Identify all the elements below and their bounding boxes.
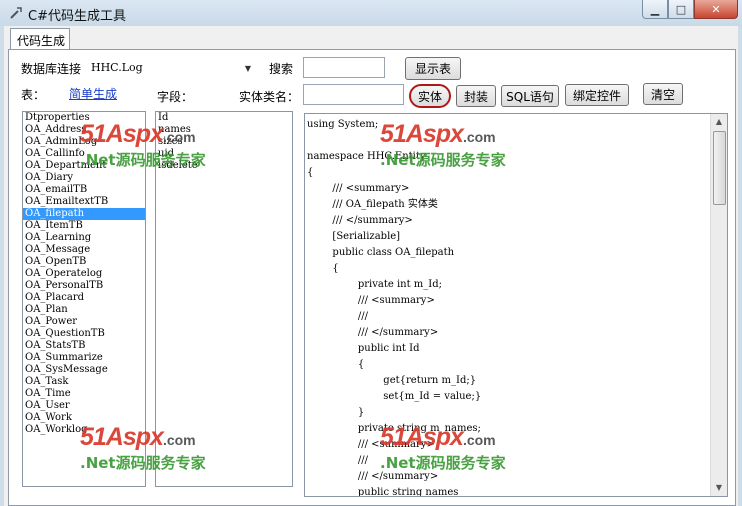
close-button[interactable]: ✕ <box>694 0 738 19</box>
table-list-item[interactable]: OA_Department <box>23 160 145 172</box>
code-line: /// <box>307 311 368 322</box>
code-scrollbar[interactable]: ▲ ▼ <box>710 114 727 496</box>
bind-controls-button[interactable]: 绑定控件 <box>565 84 629 106</box>
entity-class-input[interactable] <box>303 84 404 105</box>
sql-button[interactable]: SQL语句 <box>501 85 559 107</box>
show-tables-button[interactable]: 显示表 <box>405 57 461 80</box>
fields-label: 字段： <box>157 90 194 104</box>
table-list-item[interactable]: OA_filepath <box>23 208 145 220</box>
table-list-item[interactable]: OA_Task <box>23 376 145 388</box>
client-area: 代码生成 数据库连接 HHC.Log ▼ 搜索 显示表 表： 简单生成 字段： … <box>4 26 738 506</box>
search-input[interactable] <box>303 57 385 78</box>
code-line: private string m_names; <box>307 423 481 434</box>
code-line: /// </summary> <box>307 327 439 338</box>
maximize-button[interactable]: □ <box>668 0 694 19</box>
field-list-item[interactable]: sizes <box>156 136 292 148</box>
code-line: { <box>307 167 314 178</box>
arrow-up-icon[interactable]: ▲ <box>711 114 727 130</box>
code-line: { <box>307 359 365 370</box>
code-line: public string names <box>307 487 459 497</box>
db-connection-select[interactable]: HHC.Log <box>91 61 143 74</box>
chevron-down-icon[interactable]: ▼ <box>239 59 257 77</box>
tool-icon <box>10 7 22 19</box>
table-label: 表： <box>21 88 46 102</box>
table-list-item[interactable]: OA_Address <box>23 124 145 136</box>
table-list-item[interactable]: Dtproperties <box>23 112 145 124</box>
code-line: public int Id <box>307 343 420 354</box>
table-list-item[interactable]: OA_Learning <box>23 232 145 244</box>
table-list-item[interactable]: OA_Summarize <box>23 352 145 364</box>
title-bar: C#代码生成工具 ▁ □ ✕ <box>0 0 742 26</box>
entity-button[interactable]: 实体 <box>409 84 451 108</box>
code-line: { <box>307 263 339 274</box>
table-list-item[interactable]: OA_OpenTB <box>23 256 145 268</box>
code-output[interactable]: using System; namespace HHC.Entity { /// <… <box>304 113 728 497</box>
table-list-item[interactable]: OA_User <box>23 400 145 412</box>
tab-page: 数据库连接 HHC.Log ▼ 搜索 显示表 表： 简单生成 字段： 实体类名：… <box>8 49 736 506</box>
code-line: namespace HHC.Entity <box>307 151 426 162</box>
table-list-item[interactable]: OA_PersonalTB <box>23 280 145 292</box>
tables-listbox[interactable]: Dtproperties OA_Address OA_AdminLog OA_Call… <box>22 111 146 487</box>
code-line: using System; <box>307 119 379 130</box>
table-list-item[interactable]: OA_ItemTB <box>23 220 145 232</box>
arrow-down-icon[interactable]: ▼ <box>711 480 727 496</box>
table-list-item[interactable]: OA_StatsTB <box>23 340 145 352</box>
simple-generate-link[interactable]: 简单生成 <box>69 85 117 102</box>
code-line: private int m_Id; <box>307 279 443 290</box>
window-title: C#代码生成工具 <box>28 9 126 24</box>
table-list-item[interactable]: OA_Diary <box>23 172 145 184</box>
table-list-item[interactable]: OA_Plan <box>23 304 145 316</box>
table-list-item[interactable]: OA_Power <box>23 316 145 328</box>
field-list-item[interactable]: isdelete <box>156 160 292 172</box>
table-list-item[interactable]: OA_Time <box>23 388 145 400</box>
table-list-item[interactable]: OA_SysMessage <box>23 364 145 376</box>
fields-listbox[interactable]: Id names sizes uid isdelete <box>155 111 293 487</box>
code-line: /// </summary> <box>307 471 439 482</box>
table-list-item[interactable]: OA_QuestionTB <box>23 328 145 340</box>
code-line: public class OA_filepath <box>307 247 455 258</box>
table-list-item[interactable]: OA_Callinfo <box>23 148 145 160</box>
field-list-item[interactable]: uid <box>156 148 292 160</box>
minimize-icon: ▁ <box>650 2 660 16</box>
code-line: /// </summary> <box>307 215 413 226</box>
table-list-item[interactable]: OA_Worklog <box>23 424 145 436</box>
code-line: /// OA_filepath 实体类 <box>307 199 438 210</box>
code-line: get{return m_Id;} <box>307 375 477 386</box>
code-line: set{m_Id = value;} <box>307 391 482 402</box>
table-list-item[interactable]: OA_EmailtextTB <box>23 196 145 208</box>
table-list-item[interactable]: OA_Operatelog <box>23 268 145 280</box>
code-line: /// <summary> <box>307 183 410 194</box>
table-list-item[interactable]: OA_AdminLog <box>23 136 145 148</box>
code-line: [Serializable] <box>307 231 401 242</box>
code-line: } <box>307 407 365 418</box>
table-list-item[interactable]: OA_Work <box>23 412 145 424</box>
scrollbar-thumb[interactable] <box>713 131 726 205</box>
clear-button[interactable]: 清空 <box>643 83 683 105</box>
encapsulate-button[interactable]: 封装 <box>456 85 496 107</box>
code-line: /// <summary> <box>307 295 435 306</box>
field-list-item[interactable]: Id <box>156 112 292 124</box>
close-icon: ✕ <box>711 2 721 16</box>
code-line: /// <summary> <box>307 439 435 450</box>
table-list-item[interactable]: OA_Placard <box>23 292 145 304</box>
search-label: 搜索 <box>269 62 294 76</box>
db-connection-label: 数据库连接 <box>21 62 82 76</box>
entity-class-label: 实体类名： <box>239 90 300 104</box>
code-line: /// <box>307 455 368 466</box>
minimize-button[interactable]: ▁ <box>642 0 668 19</box>
table-list-item[interactable]: OA_Message <box>23 244 145 256</box>
tab-code-generate[interactable]: 代码生成 <box>10 28 70 50</box>
table-list-item[interactable]: OA_emailTB <box>23 184 145 196</box>
maximize-icon: □ <box>675 2 687 16</box>
field-list-item[interactable]: names <box>156 124 292 136</box>
